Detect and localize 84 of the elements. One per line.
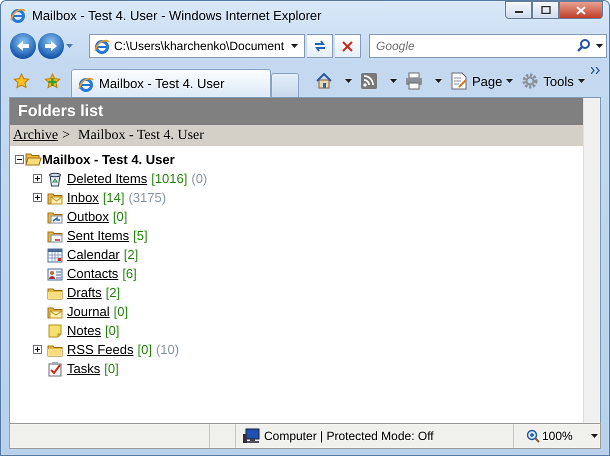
contact-card-icon xyxy=(47,266,63,282)
folder-link[interactable]: RSS Feeds xyxy=(67,342,134,357)
forward-button[interactable] xyxy=(38,33,64,59)
unread-count: [5] xyxy=(133,228,148,243)
dropdown-arrow-icon[interactable] xyxy=(506,79,514,83)
zoom-button[interactable]: 100% xyxy=(526,429,598,443)
breadcrumb-separator: > xyxy=(62,128,70,144)
folder-link[interactable]: Drafts xyxy=(67,285,102,300)
page-icon xyxy=(450,72,468,90)
more-chevron-icon[interactable] xyxy=(591,67,600,74)
browser-logo-icon xyxy=(94,38,110,54)
folder-link[interactable]: Journal xyxy=(67,304,110,319)
unread-count: [0] xyxy=(104,323,120,338)
page-menu-button[interactable]: Page xyxy=(450,68,514,94)
mailbox-label[interactable]: Mailbox - Test 4. User xyxy=(42,152,175,166)
open-folder-icon xyxy=(25,151,42,167)
unread-count: [2] xyxy=(124,247,138,262)
gear-icon xyxy=(521,72,540,90)
unread-count: [0] xyxy=(104,361,119,376)
browser-logo-icon xyxy=(10,7,26,23)
close-icon xyxy=(576,6,586,14)
maximize-icon xyxy=(540,6,550,14)
folder-link[interactable]: Deleted Items xyxy=(67,171,148,186)
unread-count: [6] xyxy=(122,266,137,281)
unread-count: [1016] xyxy=(151,171,188,186)
recycle-bin-icon xyxy=(47,170,63,186)
expand-icon[interactable] xyxy=(33,345,42,354)
browser-tab[interactable]: Mailbox - Test 4. User xyxy=(71,69,271,97)
folder-link[interactable]: Tasks xyxy=(67,361,100,376)
folder-link[interactable]: Inbox xyxy=(67,190,99,205)
close-button[interactable] xyxy=(559,1,603,19)
address-field[interactable]: C:\Users\kharchenko\Document xyxy=(89,34,305,58)
breadcrumb-current: Mailbox - Test 4. User xyxy=(78,128,204,144)
stop-icon xyxy=(342,40,353,52)
zoom-icon xyxy=(526,429,540,443)
panel-title: Folders list xyxy=(10,98,583,125)
minimize-button[interactable] xyxy=(505,1,532,19)
task-list-icon xyxy=(47,360,63,376)
scrollbar[interactable] xyxy=(583,98,600,423)
plus-star-icon xyxy=(44,73,61,89)
browser-logo-icon xyxy=(78,76,94,92)
security-zone-text: Computer | Protected Mode: Off xyxy=(264,429,434,443)
folder-link[interactable]: Calendar xyxy=(67,247,120,262)
expand-icon[interactable] xyxy=(33,193,42,202)
unread-count: [0] xyxy=(112,209,128,224)
search-icon[interactable] xyxy=(577,39,590,52)
tools-menu-button[interactable]: Tools xyxy=(521,68,585,94)
breadcrumb-link[interactable]: Archive xyxy=(13,128,58,144)
forward-arrow-icon xyxy=(44,40,58,52)
printer-icon xyxy=(405,72,423,90)
expand-icon[interactable] xyxy=(33,174,42,183)
total-count: (0) xyxy=(191,171,208,186)
unread-count: [2] xyxy=(106,285,120,300)
note-icon xyxy=(47,322,63,338)
unread-count: [0] xyxy=(114,304,128,319)
total-count: (10) xyxy=(156,342,180,357)
search-field[interactable]: Google xyxy=(369,34,607,58)
dropdown-arrow-icon[interactable] xyxy=(435,79,442,83)
unread-count: [14] xyxy=(102,190,124,205)
dropdown-arrow-icon[interactable] xyxy=(596,44,603,48)
dropdown-arrow-icon[interactable] xyxy=(590,434,598,438)
calendar-icon xyxy=(47,246,63,262)
folder-link[interactable]: Outbox xyxy=(67,209,109,224)
dropdown-arrow-icon[interactable] xyxy=(291,44,298,48)
maximize-button[interactable] xyxy=(532,1,559,19)
collapse-icon[interactable] xyxy=(15,154,24,164)
back-arrow-icon xyxy=(16,40,30,52)
folder-link[interactable]: Contacts xyxy=(67,266,118,281)
dropdown-arrow-icon[interactable] xyxy=(578,79,585,83)
total-count: (3175) xyxy=(128,190,166,205)
stop-button[interactable] xyxy=(335,34,361,58)
window-title: Mailbox - Test 4. User - Windows Internet Explorer xyxy=(32,8,322,22)
star-icon xyxy=(13,73,30,89)
computer-icon xyxy=(242,428,260,444)
home-icon xyxy=(315,72,333,90)
refresh-button[interactable] xyxy=(307,34,333,58)
dropdown-arrow-icon[interactable] xyxy=(390,79,397,83)
refresh-icon xyxy=(312,39,326,53)
folder-link[interactable]: Sent Items xyxy=(67,228,130,243)
folder-link[interactable]: Notes xyxy=(67,323,101,338)
back-button[interactable] xyxy=(10,33,36,59)
dropdown-arrow-icon[interactable] xyxy=(345,79,352,83)
feed-icon xyxy=(360,72,378,90)
unread-count: [0] xyxy=(137,342,152,357)
